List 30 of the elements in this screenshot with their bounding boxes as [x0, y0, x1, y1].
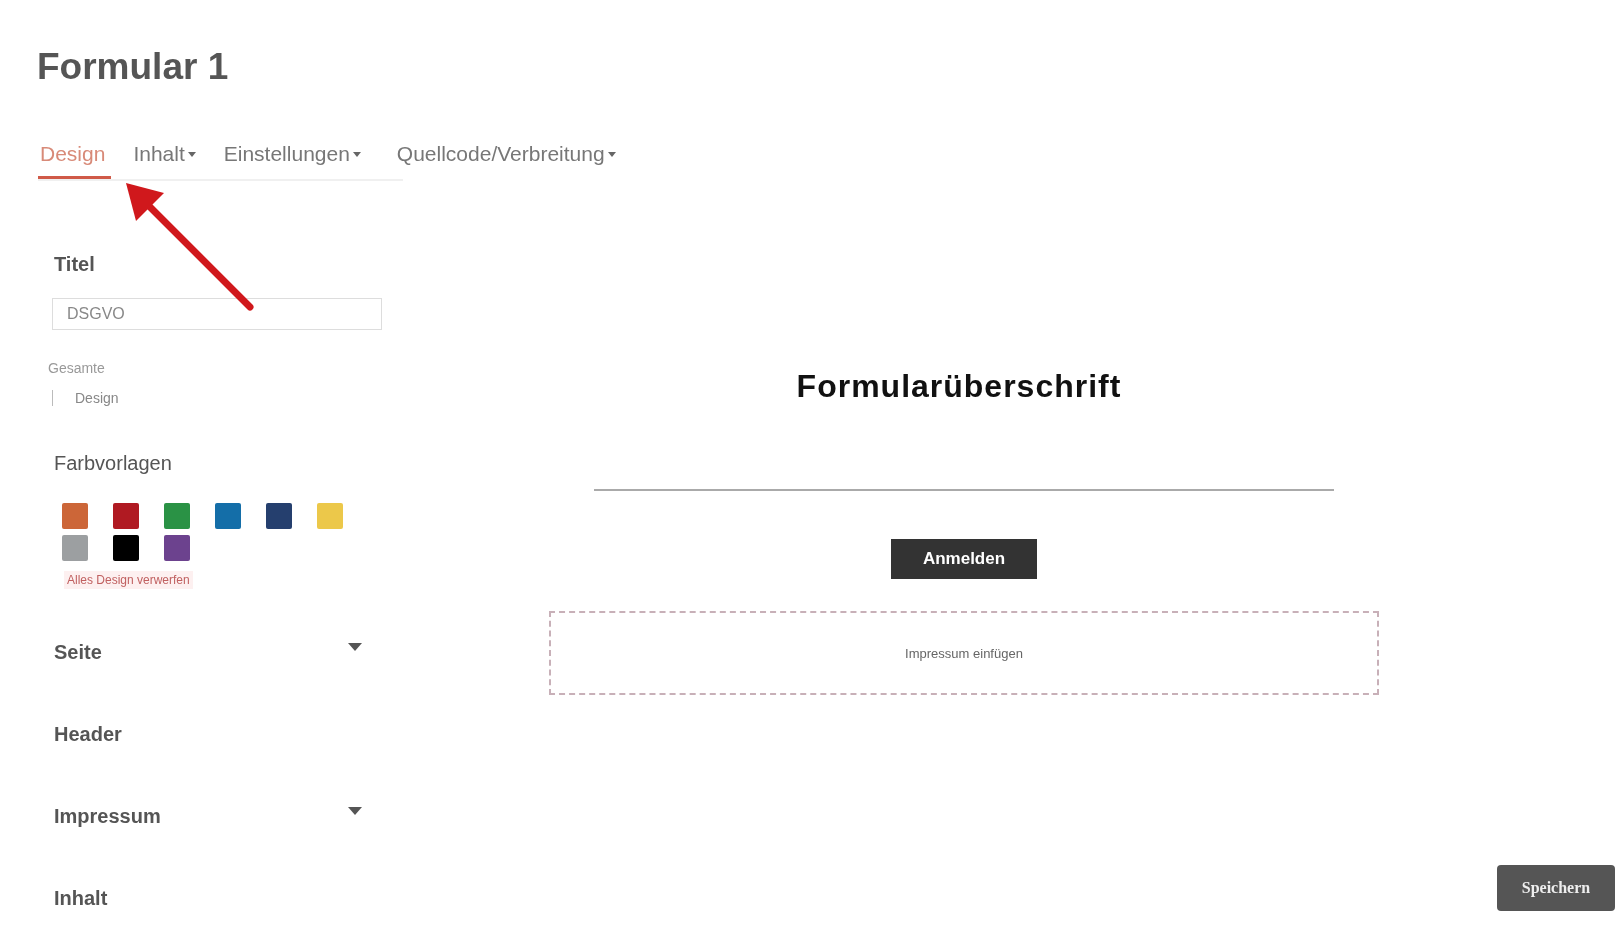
footer-text: Impressum einfügen — [905, 645, 1023, 661]
form-heading: Formularüberschrift — [796, 368, 1122, 405]
tab[interactable]: Design — [38, 136, 112, 179]
page-title: Formular 1 — [36, 45, 230, 88]
color-swatch[interactable] — [215, 503, 241, 529]
color-swatch[interactable] — [164, 503, 190, 529]
color-swatch[interactable] — [62, 503, 88, 529]
section-header[interactable]: Inhalt — [54, 887, 108, 910]
color-swatch[interactable] — [62, 535, 88, 561]
section-label: Farbvorlagen — [54, 452, 173, 475]
reset-link[interactable]: Alles Design verwerfen — [64, 571, 193, 589]
color-swatch[interactable] — [113, 535, 139, 561]
save-button[interactable]: Speichern — [1497, 865, 1615, 911]
option-field[interactable]: Design — [52, 390, 403, 406]
tab[interactable]: Quellcode/Verbreitung — [394, 136, 622, 179]
section-header[interactable]: Header — [54, 723, 122, 746]
caret-icon[interactable] — [348, 807, 362, 815]
caret-icon[interactable] — [348, 643, 362, 651]
color-swatch[interactable] — [266, 503, 292, 529]
field-label: Titel — [54, 253, 96, 276]
color-swatch[interactable] — [164, 535, 190, 561]
section-header[interactable]: Impressum — [54, 805, 161, 828]
color-swatch[interactable] — [113, 503, 139, 529]
login-button[interactable]: Anmelden — [891, 539, 1037, 579]
field-label: Gesamte — [48, 360, 106, 376]
tab[interactable]: Einstellungen — [221, 136, 367, 179]
title-field[interactable]: DSGVO — [52, 298, 382, 330]
tab[interactable]: Inhalt — [131, 136, 202, 179]
color-swatch[interactable] — [317, 503, 343, 529]
section-header[interactable]: Seite — [54, 641, 102, 664]
